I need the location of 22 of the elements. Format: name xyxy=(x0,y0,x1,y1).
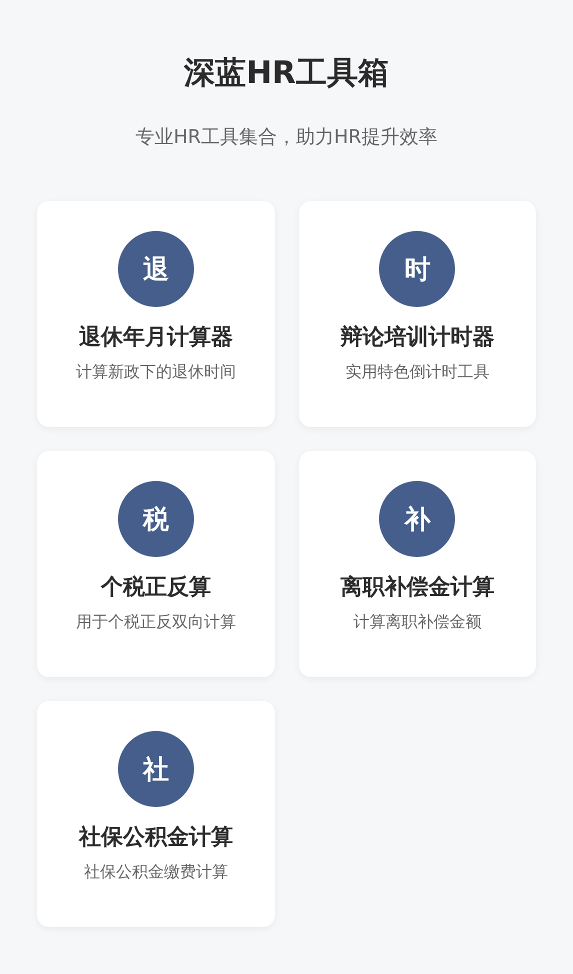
page-title: 深蓝HR工具箱 xyxy=(184,54,389,93)
tool-card[interactable]: 税 个税正反算 用于个税正反双向计算 xyxy=(37,451,274,677)
tool-description: 社保公积金缴费计算 xyxy=(84,861,228,883)
tool-icon: 税 xyxy=(118,481,194,557)
tool-card[interactable]: 退 退休年月计算器 计算新政下的退休时间 xyxy=(37,201,274,427)
tool-card[interactable]: 时 辩论培训计时器 实用特色倒计时工具 xyxy=(298,201,536,427)
tool-description: 实用特色倒计时工具 xyxy=(345,361,490,383)
tool-name: 离职补偿金计算 xyxy=(340,574,494,602)
tool-description: 计算离职补偿金额 xyxy=(353,611,482,633)
tool-description: 计算新政下的退休时间 xyxy=(76,361,236,383)
tool-icon: 社 xyxy=(118,731,194,807)
tool-name: 辩论培训计时器 xyxy=(340,324,494,352)
tool-description: 用于个税正反双向计算 xyxy=(76,611,236,633)
tool-icon: 退 xyxy=(118,231,194,307)
tool-card[interactable]: 社 社保公积金计算 社保公积金缴费计算 xyxy=(37,701,274,927)
tool-name: 社保公积金计算 xyxy=(78,824,233,852)
tool-icon: 补 xyxy=(379,481,456,557)
tool-name: 退休年月计算器 xyxy=(78,324,233,352)
tool-icon: 时 xyxy=(379,231,456,307)
tool-card[interactable]: 补 离职补偿金计算 计算离职补偿金额 xyxy=(298,451,536,677)
page-subtitle: 专业HR工具集合，助力HR提升效率 xyxy=(136,125,438,150)
tool-name: 个税正反算 xyxy=(100,574,211,602)
